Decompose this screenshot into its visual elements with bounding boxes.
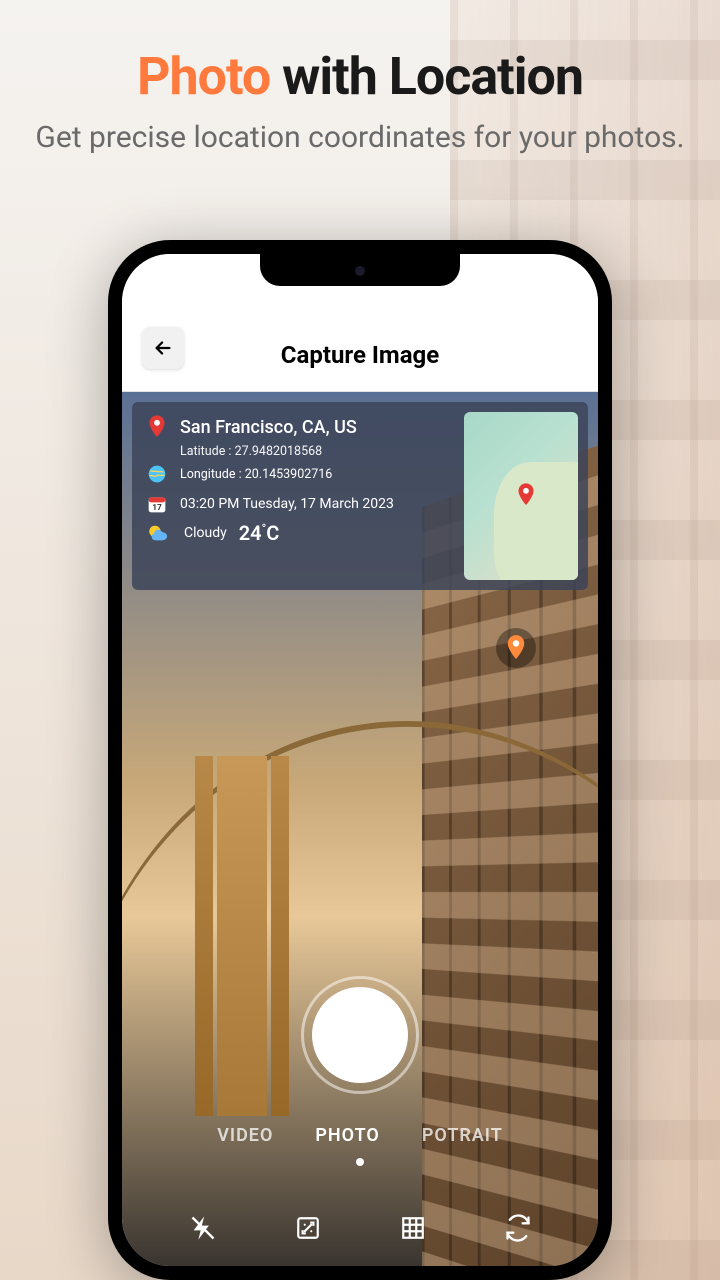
phone-notch bbox=[260, 254, 460, 286]
resize-button[interactable] bbox=[290, 1210, 326, 1246]
shutter-button[interactable] bbox=[301, 976, 419, 1094]
phone-frame: Capture Image San Francisco, CA, US Lati… bbox=[108, 240, 612, 1280]
back-button[interactable] bbox=[142, 327, 184, 369]
location-marker-button[interactable] bbox=[496, 628, 536, 668]
mini-map[interactable] bbox=[464, 412, 578, 580]
temperature-label: 24°C bbox=[239, 521, 280, 545]
grid-button[interactable] bbox=[395, 1210, 431, 1246]
promo-title-rest: with Location bbox=[270, 46, 583, 107]
mode-indicator-dot bbox=[356, 1158, 364, 1166]
location-overlay: San Francisco, CA, US Latitude : 27.9482… bbox=[132, 402, 588, 590]
promo-title-accent: Photo bbox=[137, 46, 270, 107]
mode-video[interactable]: VIDEO bbox=[217, 1125, 273, 1146]
scene-bridge-tower bbox=[182, 716, 302, 1116]
mode-selector: VIDEO PHOTO POTRAIT bbox=[122, 1125, 598, 1146]
header-title: Capture Image bbox=[122, 341, 598, 369]
mode-photo[interactable]: PHOTO bbox=[315, 1125, 379, 1146]
switch-camera-button[interactable] bbox=[500, 1210, 536, 1246]
mode-portrait[interactable]: POTRAIT bbox=[422, 1125, 503, 1146]
flash-off-icon bbox=[189, 1214, 217, 1242]
promo-subtitle: Get precise location coordinates for you… bbox=[0, 118, 720, 157]
location-pin-icon bbox=[505, 635, 527, 661]
globe-icon bbox=[146, 463, 168, 485]
flash-button[interactable] bbox=[185, 1210, 221, 1246]
grid-icon bbox=[400, 1215, 426, 1241]
map-pin-icon bbox=[516, 482, 536, 508]
expand-icon bbox=[295, 1215, 321, 1241]
svg-text:17: 17 bbox=[152, 503, 162, 513]
camera-toolbar bbox=[122, 1210, 598, 1246]
weather-icon bbox=[146, 522, 172, 544]
phone-screen: Capture Image San Francisco, CA, US Lati… bbox=[122, 254, 598, 1266]
city-label: San Francisco, CA, US bbox=[180, 417, 357, 438]
camera-viewfinder: San Francisco, CA, US Latitude : 27.9482… bbox=[122, 392, 598, 1266]
arrow-left-icon bbox=[152, 337, 174, 359]
longitude-row: Longitude : 20.1453902716 bbox=[180, 467, 332, 482]
datetime-label: 03:20 PM Tuesday, 17 March 2023 bbox=[180, 496, 394, 512]
weather-label: Cloudy bbox=[184, 525, 227, 541]
promo-title: Photo with Location bbox=[0, 46, 720, 107]
calendar-icon: 17 bbox=[146, 493, 168, 515]
refresh-icon bbox=[504, 1214, 532, 1242]
pin-icon bbox=[146, 416, 168, 438]
